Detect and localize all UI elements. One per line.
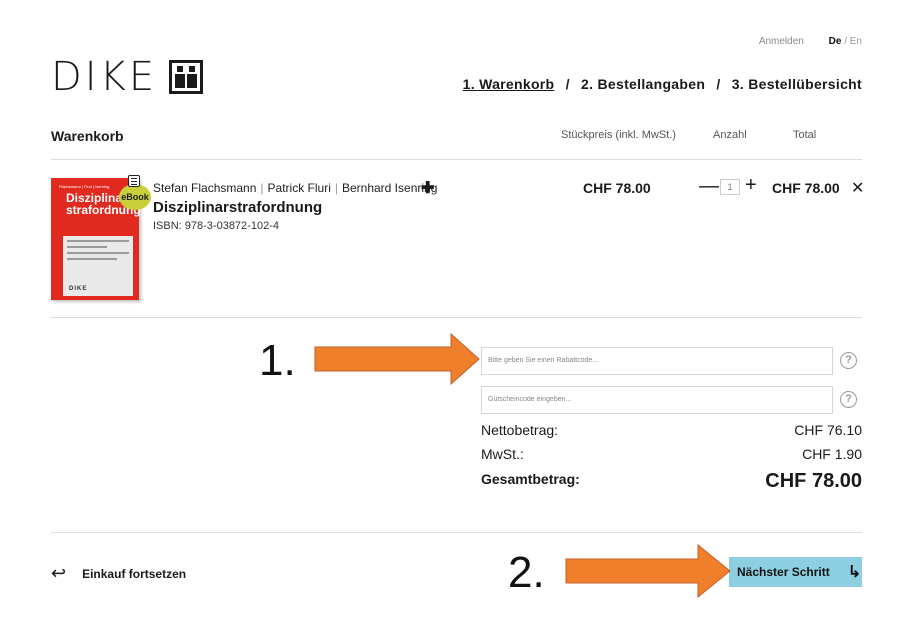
divider [51, 317, 862, 318]
decrease-quantity-button[interactable]: — [699, 175, 719, 198]
divider [51, 159, 862, 160]
top-links: Anmelden De / En [759, 36, 862, 47]
step-separator: / [716, 76, 721, 92]
column-total: Total [793, 129, 817, 141]
step-order-overview: 3. Bestellübersicht [731, 76, 862, 92]
grand-total-value: CHF 78.00 [765, 470, 862, 492]
logo-text: DIKE [51, 54, 158, 100]
login-link[interactable]: Anmelden [759, 36, 804, 47]
step-cart[interactable]: 1. Warenkorb [463, 76, 555, 92]
annotation-arrow-2-icon [565, 544, 731, 598]
step-order-details: 2. Bestellangaben [581, 76, 706, 92]
author[interactable]: Patrick Fluri [268, 181, 331, 195]
logo[interactable]: DIKE [51, 54, 204, 100]
step-separator: / [565, 76, 570, 92]
vat-value: CHF 1.90 [802, 446, 862, 462]
coupon-code-input[interactable]: Bitte geben Sie einen Rabattcode... [481, 347, 833, 375]
voucher-help-icon[interactable]: ? [840, 391, 857, 408]
lang-en-link[interactable]: En [850, 36, 862, 47]
coupon-help-icon[interactable]: ? [840, 352, 857, 369]
net-amount-label: Nettobetrag: [481, 422, 559, 438]
remove-item-close-icon[interactable]: ✕ [851, 178, 864, 198]
grand-total-label: Gesamtbetrag: [481, 471, 580, 487]
annotation-marker-1: 1. [259, 336, 296, 385]
continue-shopping-link[interactable]: ↩ Einkauf fortsetzen [51, 563, 186, 584]
unit-price: CHF 78.00 [583, 180, 651, 196]
continue-shopping-label: Einkauf fortsetzen [82, 566, 187, 581]
column-unit-price: Stückpreis (inkl. MwSt.) [561, 129, 676, 141]
lang-de-link[interactable]: De [829, 36, 842, 47]
column-quantity: Anzahl [713, 129, 747, 141]
checkout-steps: 1. Warenkorb / 2. Bestellangaben / 3. Be… [463, 76, 862, 92]
next-step-button[interactable]: Nächster Schritt ↳ [729, 557, 862, 587]
cover-publisher: DIKE [69, 286, 88, 292]
annotation-marker-2: 2. [508, 548, 545, 597]
annotation-arrow-1-icon [314, 333, 480, 385]
author-separator: | [334, 181, 338, 195]
author[interactable]: Stefan Flachsmann [153, 181, 256, 195]
vat-label: MwSt.: [481, 446, 524, 462]
ebook-device-icon [128, 175, 140, 187]
net-amount-value: CHF 76.10 [794, 422, 862, 438]
divider [51, 532, 862, 533]
quantity-input[interactable]: 1 [720, 179, 740, 195]
cover-authors: Flachsmann | Fluri | Isenring [59, 184, 110, 189]
increase-quantity-button[interactable]: + [745, 174, 757, 197]
item-authors: Stefan Flachsmann | Patrick Fluri | Bernhard… [153, 181, 437, 195]
line-total: CHF 78.00 [772, 180, 840, 196]
product-isbn: ISBN: 978-3-03872-102-4 [153, 220, 279, 232]
voucher-code-input[interactable]: Gutscheincode eingeben... [481, 386, 833, 414]
cart-title: Warenkorb [51, 128, 124, 144]
return-arrow-icon: ↩ [51, 563, 67, 583]
logo-mark-icon [169, 60, 204, 94]
product-title[interactable]: Disziplinarstrafordnung [153, 199, 322, 216]
lang-separator: / [844, 36, 847, 47]
more-authors-plus-icon[interactable]: ✚ [421, 178, 434, 198]
arrow-right-icon: ↳ [847, 564, 862, 581]
ebook-badge: eBook [119, 184, 151, 210]
author-separator: | [260, 181, 264, 195]
cart-header: Warenkorb Stückpreis (inkl. MwSt.) Anzah… [51, 128, 862, 148]
next-step-label: Nächster Schritt [737, 565, 830, 579]
